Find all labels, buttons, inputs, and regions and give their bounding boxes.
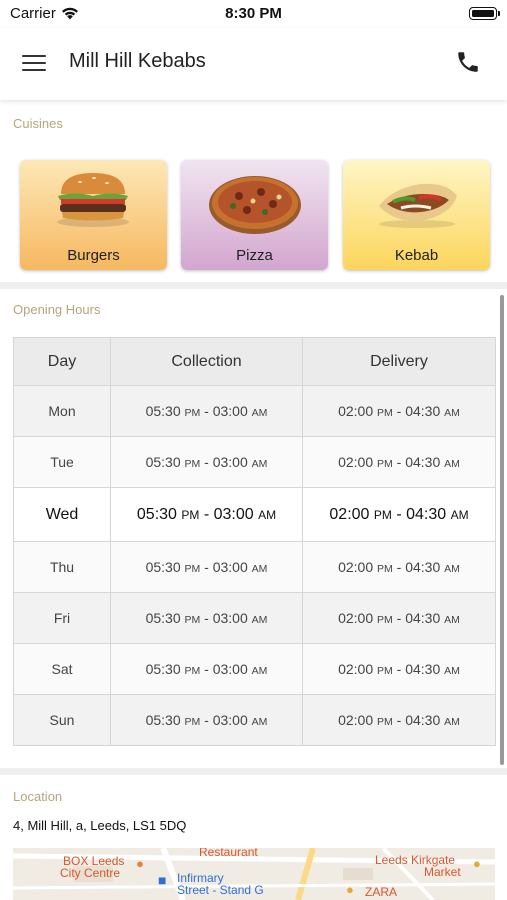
hamburger-menu-icon[interactable] bbox=[22, 52, 48, 74]
collection-hours-cell: 05:30 PM - 03:00 AM bbox=[110, 541, 303, 593]
delivery-hours-cell: 02:00 PM - 04:30 AM bbox=[302, 385, 496, 437]
status-bar: Carrier 8:30 PM bbox=[0, 0, 507, 28]
table-row: Wed 05:30 PM - 03:00 AM 02:00 PM - 04:30 A… bbox=[13, 487, 496, 542]
day-cell: Mon bbox=[13, 385, 111, 437]
map-poi-icon: ● bbox=[346, 882, 354, 897]
status-time: 8:30 PM bbox=[225, 5, 282, 22]
kebab-image bbox=[379, 183, 457, 228]
day-cell: Sun bbox=[13, 694, 111, 746]
app-header: Mill Hill Kebabs bbox=[0, 28, 507, 100]
collection-hours-cell: 05:30 PM - 03:00 AM bbox=[110, 436, 303, 488]
delivery-hours-cell: 02:00 PM - 04:30 AM bbox=[302, 487, 496, 542]
burger-image bbox=[57, 173, 129, 227]
collection-hours-cell: 05:30 PM - 03:00 AM bbox=[110, 385, 303, 437]
delivery-hours-cell: 02:00 PM - 04:30 AM bbox=[302, 643, 496, 695]
phone-icon[interactable] bbox=[455, 49, 481, 75]
column-header-delivery: Delivery bbox=[302, 337, 496, 386]
opening-hours-table: Day Collection Delivery Mon 05:30 PM - 03… bbox=[13, 337, 496, 746]
cuisine-label-burgers: Burgers bbox=[67, 247, 120, 264]
section-divider bbox=[0, 282, 507, 289]
map-label-market: Market bbox=[424, 865, 461, 879]
day-cell: Thu bbox=[13, 541, 111, 593]
table-row: Sun 05:30 PM - 03:00 AM 02:00 PM - 04:30 A… bbox=[13, 694, 496, 746]
map-label-zara: ZARA bbox=[365, 885, 398, 899]
table-row: Tue 05:30 PM - 03:00 AM 02:00 PM - 04:30 A… bbox=[13, 436, 496, 488]
delivery-hours-cell: 02:00 PM - 04:30 AM bbox=[302, 592, 496, 644]
day-cell: Fri bbox=[13, 592, 111, 644]
map-poi-icon: ● bbox=[473, 856, 481, 871]
delivery-hours-cell: 02:00 PM - 04:30 AM bbox=[302, 436, 496, 488]
table-row: Sat 05:30 PM - 03:00 AM 02:00 PM - 04:30 A… bbox=[13, 643, 496, 695]
cuisines-section-title: Cuisines bbox=[13, 116, 63, 131]
table-row: Fri 05:30 PM - 03:00 AM 02:00 PM - 04:30 A… bbox=[13, 592, 496, 644]
day-cell: Wed bbox=[13, 487, 111, 542]
cuisine-card-burgers[interactable]: Burgers bbox=[20, 160, 167, 270]
location-section-title: Location bbox=[13, 789, 63, 804]
battery-icon bbox=[469, 7, 500, 20]
map-label-restaurant: Restaurant bbox=[199, 848, 258, 859]
column-header-day: Day bbox=[13, 337, 111, 386]
collection-hours-cell: 05:30 PM - 03:00 AM bbox=[110, 487, 303, 542]
table-header-row: Day Collection Delivery bbox=[13, 337, 496, 386]
day-cell: Sat bbox=[13, 643, 111, 695]
page-title: Mill Hill Kebabs bbox=[69, 50, 206, 72]
pizza-image bbox=[209, 176, 301, 234]
delivery-hours-cell: 02:00 PM - 04:30 AM bbox=[302, 541, 496, 593]
opening-hours-section-title: Opening Hours bbox=[13, 302, 101, 317]
delivery-hours-cell: 02:00 PM - 04:30 AM bbox=[302, 694, 496, 746]
bus-stop-icon: ■ bbox=[158, 872, 167, 888]
cuisine-label-kebab: Kebab bbox=[394, 247, 439, 264]
collection-hours-cell: 05:30 PM - 03:00 AM bbox=[110, 592, 303, 644]
map-label-street-stand: Street - Stand G bbox=[177, 883, 264, 897]
collection-hours-cell: 05:30 PM - 03:00 AM bbox=[110, 694, 303, 746]
location-map[interactable]: BOX Leeds City Centre ● Restaurant ■ Inf… bbox=[13, 848, 495, 900]
collection-hours-cell: 05:30 PM - 03:00 AM bbox=[110, 643, 303, 695]
column-header-collection: Collection bbox=[110, 337, 303, 386]
cuisine-label-pizza: Pizza bbox=[236, 247, 273, 264]
cuisine-card-pizza[interactable]: Pizza bbox=[181, 160, 328, 270]
address-text: 4, Mill Hill, a, Leeds, LS1 5DQ bbox=[13, 818, 187, 833]
table-row: Thu 05:30 PM - 03:00 AM 02:00 PM - 04:30 A… bbox=[13, 541, 496, 593]
section-divider bbox=[0, 768, 507, 775]
scrollbar[interactable] bbox=[500, 295, 504, 765]
map-label-city-centre: City Centre bbox=[60, 866, 121, 880]
day-cell: Tue bbox=[13, 436, 111, 488]
map-poi-icon: ● bbox=[136, 856, 144, 871]
cuisine-card-kebab[interactable]: Kebab bbox=[343, 160, 490, 270]
table-row: Mon 05:30 PM - 03:00 AM 02:00 PM - 04:30 A… bbox=[13, 385, 496, 437]
